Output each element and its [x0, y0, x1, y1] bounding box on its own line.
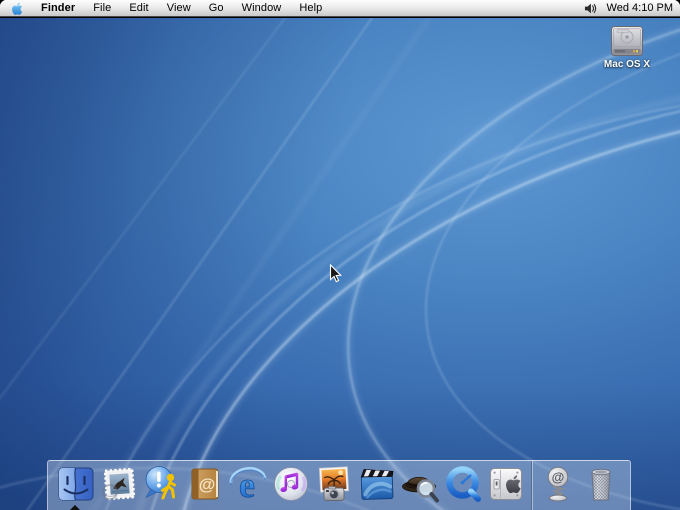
- arrow-cursor: [329, 264, 342, 289]
- dock-item-sherlock[interactable]: [400, 464, 440, 504]
- desktop-wallpaper: Mac OS X: [0, 18, 680, 510]
- svg-text:@: @: [198, 475, 215, 494]
- menu-window[interactable]: Window: [233, 0, 291, 16]
- dock-item-imovie[interactable]: [357, 464, 397, 504]
- dock-item-ichat[interactable]: [142, 464, 182, 504]
- imovie-clapboard-icon: [357, 464, 397, 504]
- dock-divider: [531, 461, 532, 510]
- menu-bar: Finder File Edit View Go Window Help Wed…: [0, 0, 680, 17]
- trash-icon: [581, 464, 621, 504]
- dock-item-system-preferences[interactable]: [486, 464, 526, 504]
- dock-item-trash[interactable]: [581, 464, 621, 504]
- itunes-cd-icon: [271, 464, 311, 504]
- menu-finder[interactable]: Finder: [32, 0, 84, 16]
- desktop-icon-mac-os-x[interactable]: Mac OS X: [598, 25, 656, 70]
- dock-item-finder[interactable]: [56, 464, 96, 504]
- address-book-icon: @: [185, 464, 225, 504]
- menu-file[interactable]: File: [84, 0, 120, 16]
- menu-bar-clock[interactable]: Wed 4:10 PM: [603, 0, 680, 16]
- desktop-icon-label: Mac OS X: [604, 59, 650, 70]
- dock-item-address-book[interactable]: @: [185, 464, 225, 504]
- screen-corner-top-right: [673, 0, 680, 7]
- at-spring-icon: @: [538, 464, 578, 504]
- dock-item-itunes[interactable]: [271, 464, 311, 504]
- svg-text:@: @: [551, 470, 564, 485]
- dock-item-web-link-at-spring[interactable]: @: [538, 464, 578, 504]
- iphoto-icon: [314, 464, 354, 504]
- apple-logo-icon: [10, 1, 23, 16]
- dock-item-iphoto[interactable]: [314, 464, 354, 504]
- finder-running-indicator: [70, 505, 80, 510]
- finder-icon: [56, 464, 96, 504]
- system-preferences-icon: [486, 464, 526, 504]
- menu-edit[interactable]: Edit: [120, 0, 157, 16]
- dock-item-quicktime[interactable]: [443, 464, 483, 504]
- dock: @ e: [47, 460, 631, 510]
- mac-os-x-desktop: Mac OS X Finder File Edit View Go Wi: [0, 0, 680, 510]
- quicktime-q-icon: [443, 464, 483, 504]
- mail-stamp-icon: [99, 464, 139, 504]
- menu-view[interactable]: View: [158, 0, 200, 16]
- ichat-bubble-icon: [142, 464, 182, 504]
- volume-menu-extra[interactable]: [579, 0, 603, 16]
- menu-go[interactable]: Go: [200, 0, 233, 16]
- menu-help[interactable]: Help: [290, 0, 331, 16]
- hard-disk-icon: [609, 25, 645, 58]
- speaker-volume-icon: [584, 2, 598, 15]
- dock-item-internet-explorer[interactable]: e: [228, 464, 268, 504]
- internet-explorer-icon: e: [228, 464, 268, 504]
- screen-corner-top-left: [0, 0, 7, 7]
- sherlock-hat-magnifier-icon: [400, 464, 440, 504]
- dock-item-mail[interactable]: [99, 464, 139, 504]
